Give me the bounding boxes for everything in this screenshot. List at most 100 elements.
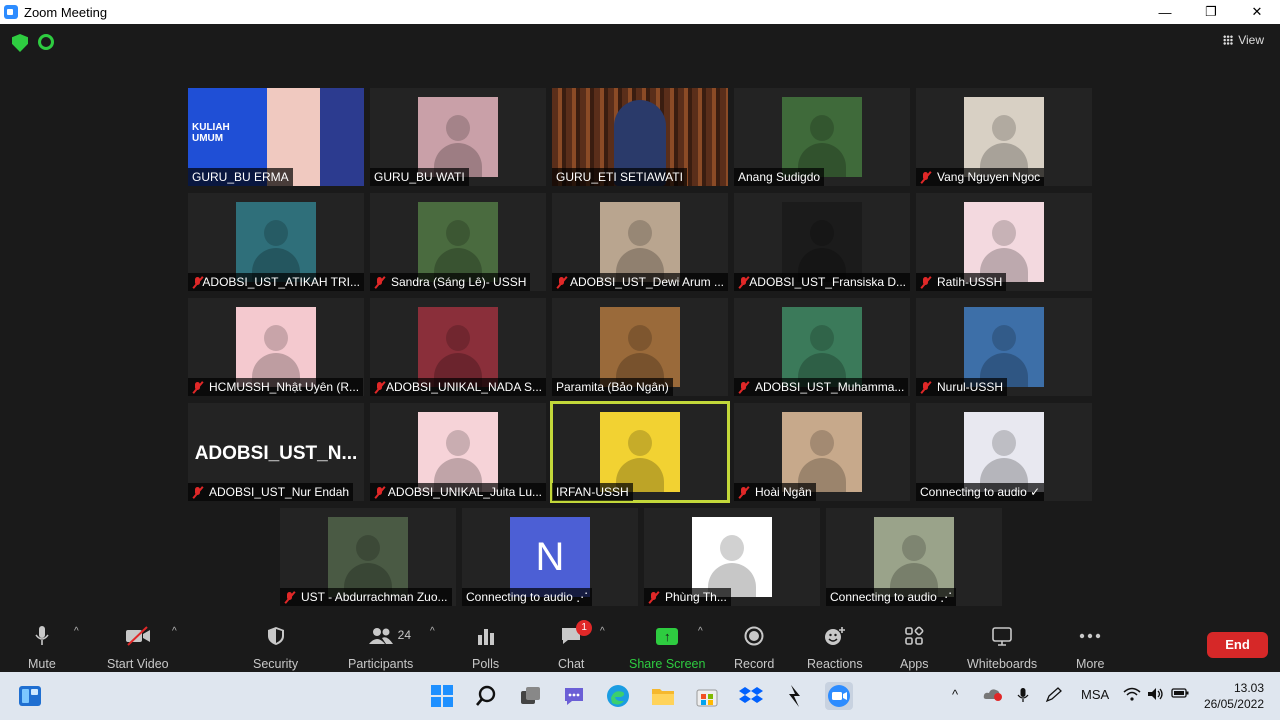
participant-video [964,97,1044,177]
avatar-head-shape [992,430,1016,456]
participant-name-label: ADOBSI_UST_Muhamma... [734,378,909,396]
clock-time: 13.03 [1233,681,1264,695]
apps-button[interactable]: Apps [900,624,929,671]
participant-video [418,202,498,282]
participant-tile[interactable]: UST - Abdurrachman Zuo... [280,508,456,606]
more-button[interactable]: More [1076,624,1104,671]
audio-options-caret[interactable]: ^ [74,626,79,637]
participant-name: Paramita (Bảo Ngân) [556,380,669,394]
participant-tile[interactable]: ADOBSI_UNIKAL_Juita Lu... [370,403,546,501]
participants-options-caret[interactable]: ^ [430,626,435,637]
participant-name-label: Nurul-USSH [916,378,1008,396]
recording-status-icon[interactable] [38,34,54,50]
participant-name-label: Connecting to audio ✓ [916,483,1045,501]
participant-tile[interactable]: Anang Sudigdo [734,88,910,186]
participant-tile[interactable]: ADOBSI_UNIKAL_NADA S... [370,298,546,396]
participants-button[interactable]: 24 Participants [348,624,413,671]
onedrive-error-icon[interactable] [983,687,1003,704]
video-options-caret[interactable]: ^ [172,626,177,637]
participant-tile[interactable]: Hoài Ngân [734,403,910,501]
search-icon[interactable] [472,682,500,710]
polls-label: Polls [472,657,500,671]
microsoft-store-icon[interactable] [693,682,721,710]
zoom-taskbar-icon[interactable] [825,682,853,710]
participant-tile[interactable]: GURU_ETI SETIAWATI [552,88,728,186]
app-bolt-icon[interactable] [781,682,809,710]
participant-name-label: ADOBSI_UST_Fransiska D... [734,273,910,291]
participant-name-label: Phùng Th... [644,588,731,606]
avatar-head-shape [446,325,470,351]
participant-tile[interactable]: ADOBSI_UST_N... ADOBSI_UST_Nur Endah [188,403,364,501]
share-screen-button[interactable]: ↑ Share Screen [629,624,705,671]
avatar-head-shape [446,430,470,456]
record-button[interactable]: Record [734,624,774,671]
share-options-caret[interactable]: ^ [698,626,703,637]
participant-name: Ratih-USSH [937,275,1003,289]
widgets-icon[interactable] [16,682,44,710]
chat-button[interactable]: 1 Chat [558,620,593,671]
participant-tile[interactable]: Sandra (Sáng Lê)- USSH [370,193,546,291]
polls-button[interactable]: Polls [472,624,499,671]
wifi-icon[interactable] [1123,687,1141,704]
participant-tile[interactable]: KULIAH UMUM GURU_BU ERMA [188,88,364,186]
start-video-button[interactable]: Start Video [107,624,169,671]
avatar-head-shape [446,115,470,141]
edge-browser-icon[interactable] [604,682,632,710]
participant-tile[interactable]: IRFAN-USSH [550,401,730,503]
participant-name: Connecting to audio ✓ [920,485,1041,499]
participant-name-label: Anang Sudigdo [734,168,825,186]
participant-tile[interactable]: ADOBSI_UST_Dewi Arum ... [552,193,728,291]
encryption-shield-icon[interactable] [12,34,28,52]
restore-button[interactable]: ❐ [1188,0,1234,24]
participant-name: ADOBSI_UNIKAL_NADA S... [385,380,542,394]
participant-tile[interactable]: ADOBSI_UST_Muhamma... [734,298,910,396]
video-off-icon [125,624,151,648]
close-button[interactable]: ✕ [1234,0,1280,24]
muted-mic-icon [192,486,204,499]
record-icon [741,624,767,648]
zoom-app-icon [4,5,18,19]
minimize-button[interactable]: — [1142,0,1188,24]
participant-tile[interactable]: N Connecting to audio ⋰ [462,508,638,606]
system-clock[interactable]: 13.03 26/05/2022 [1204,680,1264,712]
participant-tile[interactable]: Ratih-USSH [916,193,1092,291]
microphone-tray-icon[interactable] [1017,687,1029,706]
windows-start-icon[interactable] [428,682,456,710]
participant-tile[interactable]: ADOBSI_UST_Fransiska D... [734,193,910,291]
participant-name: ADOBSI_UNIKAL_Juita Lu... [387,485,542,499]
participant-tile[interactable]: ADOBSI_UST_ATIKAH TRI... [188,193,364,291]
file-explorer-icon[interactable] [649,682,677,710]
participant-tile[interactable]: Connecting to audio ⋰ [826,508,1002,606]
view-button[interactable]: View [1223,33,1264,47]
chat-options-caret[interactable]: ^ [600,626,605,637]
participant-video [782,307,862,387]
input-language[interactable]: MSA [1081,687,1109,702]
polls-chart-icon [473,624,499,648]
muted-mic-icon [648,591,660,604]
participant-tile[interactable]: Paramita (Bảo Ngân) [552,298,728,396]
participant-tile[interactable]: HCMUSSH_Nhật Uyên (R... [188,298,364,396]
pen-tray-icon[interactable] [1045,687,1063,706]
mute-button[interactable]: Mute [28,624,56,671]
participant-count: 24 [397,628,412,642]
dropbox-icon[interactable] [737,682,765,710]
participant-name-label: ADOBSI_UST_Dewi Arum ... [552,273,728,291]
reactions-button[interactable]: Reactions [807,624,863,671]
participant-name: GURU_BU ERMA [192,170,289,184]
participant-tile[interactable]: Phùng Th... [644,508,820,606]
volume-icon[interactable] [1147,687,1165,704]
participant-name: UST - Abdurrachman Zuo... [301,590,448,604]
tray-overflow-chevron-icon[interactable]: ^ [952,687,958,702]
security-button[interactable]: Security [253,624,298,671]
participant-name-label: Connecting to audio ⋰ [462,588,593,606]
participant-tile[interactable]: GURU_BU WATI [370,88,546,186]
participant-tile[interactable]: Nurul-USSH [916,298,1092,396]
task-view-icon[interactable] [517,682,545,710]
participant-tile[interactable]: Connecting to audio ✓ [916,403,1092,501]
whiteboards-button[interactable]: Whiteboards [967,624,1037,671]
participant-tile[interactable]: Vang Nguyen Ngoc [916,88,1092,186]
teams-chat-icon[interactable] [560,682,588,710]
end-meeting-button[interactable]: End [1207,632,1268,658]
battery-icon[interactable] [1171,687,1189,702]
participant-name-label: Hoài Ngân [734,483,816,501]
